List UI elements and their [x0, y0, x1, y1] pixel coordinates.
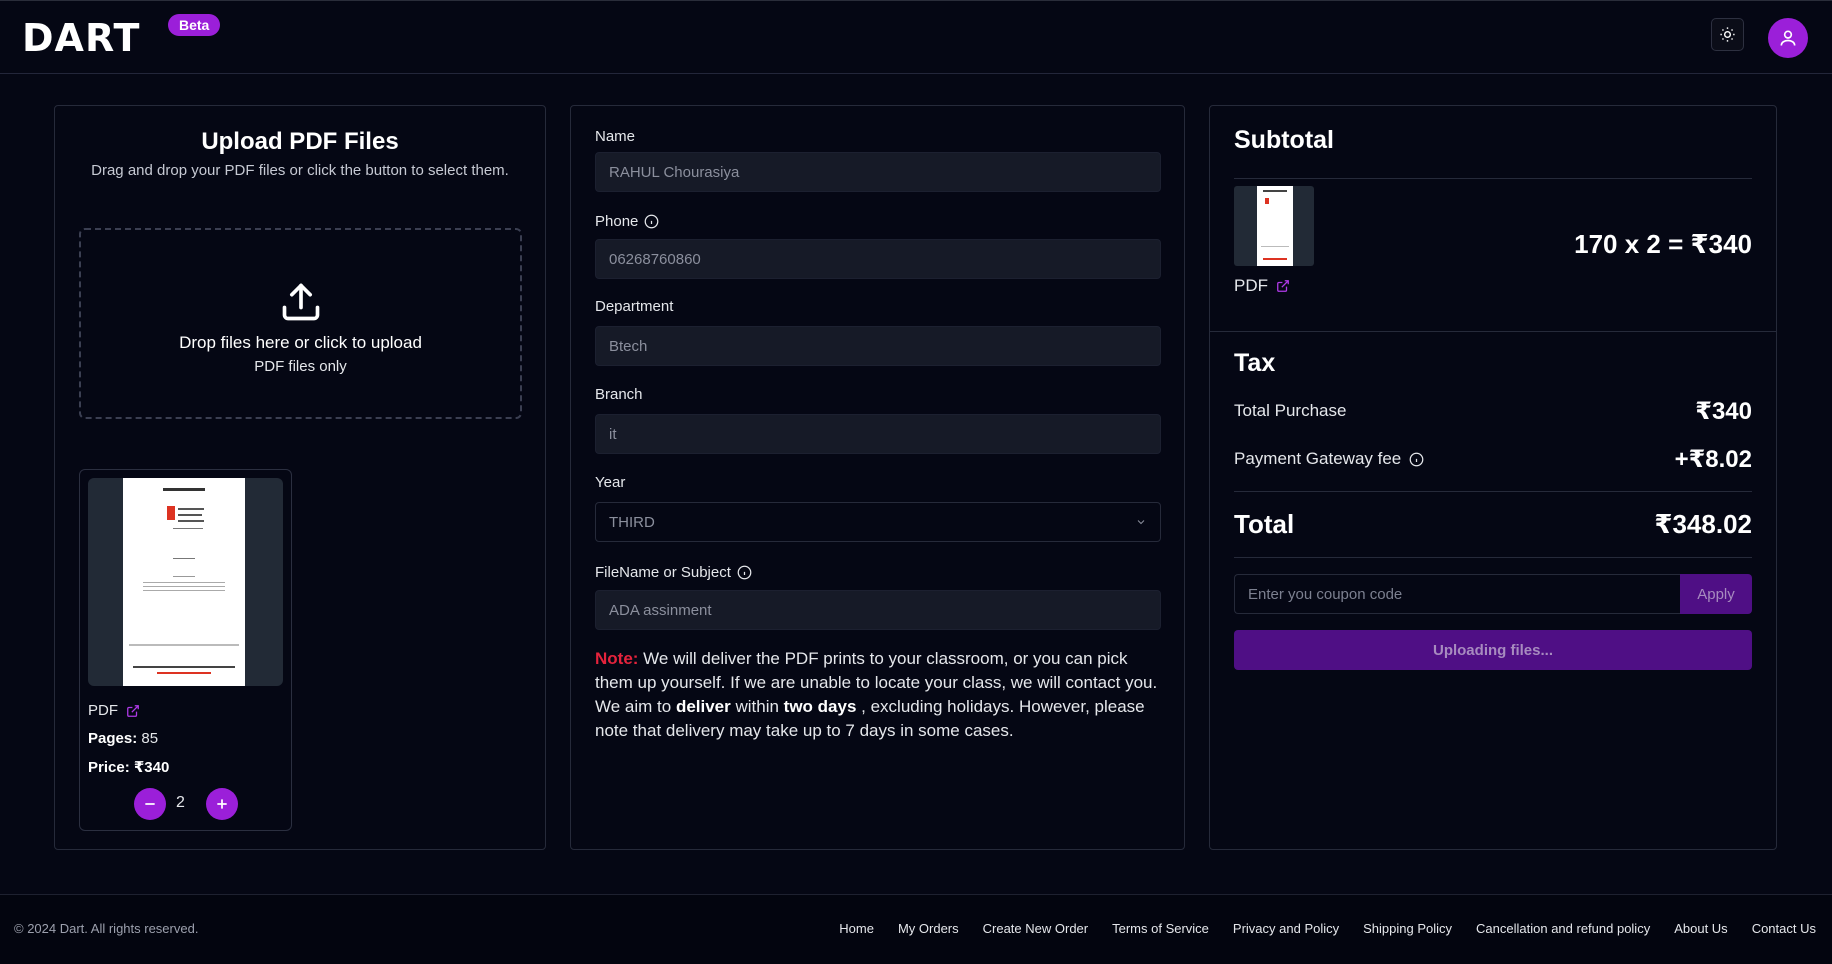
total-label: Total — [1234, 509, 1295, 539]
upload-title: Upload PDF Files — [201, 128, 399, 155]
note-bold-2: two days — [783, 697, 857, 716]
total-purchase-label: Total Purchase — [1234, 401, 1346, 421]
phone-label-text: Phone — [595, 213, 639, 230]
year-label-text: Year — [595, 474, 626, 491]
footer-links: Home My Orders Create New Order Terms of… — [839, 921, 1816, 936]
summary-pdf-thumbnail — [1234, 186, 1314, 266]
info-icon[interactable] — [1409, 452, 1424, 467]
footer-link-about[interactable]: About Us — [1674, 921, 1727, 936]
footer-link-shipping[interactable]: Shipping Policy — [1363, 921, 1452, 936]
summary-pdf-thumbnail-page — [1257, 186, 1293, 266]
user-icon — [1780, 30, 1796, 46]
gateway-fee-label: Payment Gateway fee — [1234, 449, 1424, 469]
upload-card: Upload PDF Files Drag and drop your PDF … — [54, 105, 546, 850]
dart-logo[interactable]: DART — [22, 19, 140, 57]
file-type-text: PDF — [88, 702, 118, 719]
name-field[interactable]: RAHUL Chourasiya — [595, 152, 1161, 192]
phone-label: Phone — [595, 213, 659, 230]
plus-icon — [217, 799, 227, 809]
footer-link-home[interactable]: Home — [839, 921, 874, 936]
department-label-text: Department — [595, 298, 674, 315]
beta-badge: Beta — [168, 14, 221, 36]
branch-label: Branch — [595, 386, 643, 403]
name-label-text: Name — [595, 128, 636, 145]
footer-link-cancellation[interactable]: Cancellation and refund policy — [1476, 921, 1650, 936]
total-purchase-value: ₹340 — [1695, 398, 1752, 425]
footer-link-privacy[interactable]: Privacy and Policy — [1233, 921, 1339, 936]
order-summary-card: Subtotal PDF 170 x 2 = ₹340 Tax Total Pu… — [1209, 105, 1777, 850]
department-field[interactable]: Btech — [595, 326, 1161, 366]
summary-file-type-text: PDF — [1234, 276, 1268, 295]
subject-label-text: FileName or Subject — [595, 564, 731, 581]
branch-label-text: Branch — [595, 386, 643, 403]
coupon-input[interactable]: Enter you coupon code — [1234, 574, 1680, 614]
subject-label: FileName or Subject — [595, 564, 752, 581]
pdf-thumbnail-page — [123, 478, 245, 686]
note-prefix: Note: — [595, 649, 639, 668]
dropzone-text: Drop files here or click to upload — [179, 333, 422, 352]
price-value: ₹340 — [133, 759, 170, 776]
total-purchase-label-text: Total Purchase — [1234, 401, 1347, 420]
quantity-value: 2 — [176, 794, 185, 811]
year-selected-value: THIRD — [609, 513, 655, 531]
footer-link-contact[interactable]: Contact Us — [1752, 921, 1816, 936]
footer-link-my-orders[interactable]: My Orders — [898, 921, 959, 936]
chevron-down-icon — [1137, 520, 1145, 525]
department-label: Department — [595, 298, 673, 315]
external-link-icon[interactable] — [1276, 279, 1290, 293]
copyright-text: © 2024 Dart. All rights reserved. — [14, 921, 199, 936]
info-icon[interactable] — [737, 565, 752, 580]
pages-value: 85 — [141, 730, 159, 747]
file-dropzone[interactable]: Drop files here or click to upload PDF f… — [79, 228, 522, 419]
gateway-fee-label-text: Payment Gateway fee — [1234, 449, 1402, 468]
divider — [1210, 331, 1776, 332]
user-avatar-button[interactable] — [1768, 18, 1808, 58]
top-nav: DART Beta — [0, 0, 1832, 74]
divider — [1234, 491, 1752, 492]
quantity-decrease-button[interactable] — [134, 788, 166, 820]
upload-icon — [282, 283, 320, 321]
sun-icon — [1720, 27, 1735, 42]
divider — [1234, 557, 1752, 558]
summary-file-type: PDF — [1234, 276, 1290, 296]
note-bold-1: deliver — [675, 697, 731, 716]
delivery-note: Note: We will deliver the PDF prints to … — [595, 647, 1165, 743]
footer: © 2024 Dart. All rights reserved. Home M… — [0, 894, 1832, 964]
external-link-icon[interactable] — [126, 704, 140, 718]
divider — [1234, 178, 1752, 179]
branch-field[interactable]: it — [595, 414, 1161, 454]
info-icon[interactable] — [644, 214, 659, 229]
subtotal-title: Subtotal — [1234, 126, 1334, 154]
subject-field[interactable]: ADA assinment — [595, 590, 1161, 630]
uploaded-file-card: PDF Pages: 85 Price: ₹340 2 — [79, 469, 292, 831]
file-type-label: PDF — [88, 702, 140, 719]
dropzone-subtext: PDF files only — [254, 358, 347, 375]
year-select[interactable]: THIRD — [595, 502, 1161, 542]
theme-toggle-button[interactable] — [1711, 18, 1744, 51]
minus-icon — [145, 803, 155, 805]
upload-subtitle: Drag and drop your PDF files or click th… — [91, 162, 509, 179]
total-value: ₹348.02 — [1654, 509, 1752, 539]
uploading-status-button[interactable]: Uploading files... — [1234, 630, 1752, 670]
phone-field[interactable]: 06268760860 — [595, 239, 1161, 279]
file-pages: Pages: 85 — [88, 730, 158, 747]
pages-label: Pages: — [88, 730, 138, 747]
gateway-fee-value: +₹8.02 — [1674, 446, 1752, 473]
year-label: Year — [595, 474, 625, 491]
tax-title: Tax — [1234, 349, 1276, 377]
order-form-card: Name RAHUL Chourasiya Phone 06268760860 … — [570, 105, 1185, 850]
note-text-2: within — [730, 697, 784, 716]
footer-link-create-order[interactable]: Create New Order — [983, 921, 1088, 936]
apply-coupon-button[interactable]: Apply — [1680, 574, 1752, 614]
subtotal-calculation: 170 x 2 = ₹340 — [1574, 229, 1752, 259]
footer-link-terms[interactable]: Terms of Service — [1112, 921, 1209, 936]
pdf-thumbnail — [88, 478, 283, 686]
file-price: Price: ₹340 — [88, 758, 169, 776]
price-label: Price: — [88, 759, 130, 776]
quantity-increase-button[interactable] — [206, 788, 238, 820]
name-label: Name — [595, 128, 635, 145]
